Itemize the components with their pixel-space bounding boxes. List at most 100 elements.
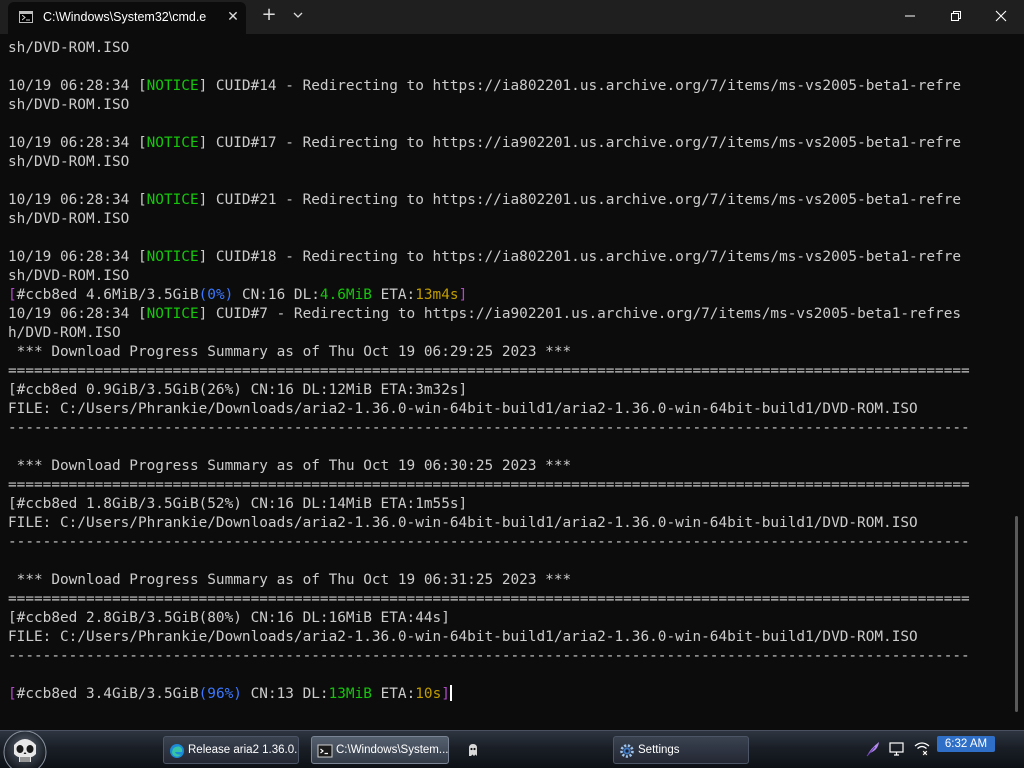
console-text: ] — [441, 686, 450, 702]
console-text: 10/19 06:28:34 [ — [8, 249, 147, 265]
console-line: *** Download Progress Summary as of Thu … — [8, 343, 1008, 362]
console-line: *** Download Progress Summary as of Thu … — [8, 571, 1008, 590]
console-text: *** Download Progress Summary as of Thu … — [8, 344, 572, 360]
maximize-button[interactable] — [933, 0, 979, 32]
console-line: ========================================… — [8, 476, 1008, 495]
network-icon[interactable] — [913, 740, 931, 758]
console-line: 10/19 06:28:34 [NOTICE] CUID#7 - Redirec… — [8, 305, 1008, 324]
taskbar-button-app[interactable] — [460, 736, 486, 764]
console-text: ----------------------------------------… — [8, 534, 970, 550]
console-line: *** Download Progress Summary as of Thu … — [8, 457, 1008, 476]
console-text: *** Download Progress Summary as of Thu … — [8, 458, 572, 474]
taskbar-button-label: C:\Windows\System... — [336, 744, 449, 756]
console-text: sh/DVD-ROM.ISO — [8, 154, 130, 170]
console-text: #ccb8ed 4.6MiB/3.5GiB — [16, 287, 199, 303]
console-text: #ccb8ed 3.4GiB/3.5GiB — [16, 686, 199, 702]
edge-browser-icon — [170, 744, 184, 758]
console-line: sh/DVD-ROM.ISO — [8, 96, 1008, 115]
console-line: 10/19 06:28:34 [NOTICE] CUID#21 - Redire… — [8, 191, 1008, 210]
console-line: ========================================… — [8, 590, 1008, 609]
console-line: FILE: C:/Users/Phrankie/Downloads/aria2-… — [8, 514, 1008, 533]
tab-close-icon[interactable]: ✕ — [224, 8, 242, 26]
new-tab-button[interactable]: + — [259, 5, 279, 25]
console-line: sh/DVD-ROM.ISO — [8, 153, 1008, 172]
console-line: sh/DVD-ROM.ISO — [8, 267, 1008, 286]
console-line: sh/DVD-ROM.ISO — [8, 210, 1008, 229]
console-text: FILE: C:/Users/Phrankie/Downloads/aria2-… — [8, 515, 918, 531]
taskbar-button-terminal[interactable]: C:\Windows\System... — [311, 736, 449, 764]
display-icon[interactable] — [888, 740, 906, 758]
console-output[interactable]: sh/DVD-ROM.ISO 10/19 06:28:34 [NOTICE] CU… — [8, 39, 1008, 729]
taskbar-button-settings[interactable]: Settings — [613, 736, 749, 764]
console-line: 10/19 06:28:34 [NOTICE] CUID#14 - Redire… — [8, 77, 1008, 96]
console-text: sh/DVD-ROM.ISO — [8, 40, 130, 56]
title-bar[interactable]: C:\Windows\System32\cmd.e ✕ + — [0, 0, 1024, 34]
start-button[interactable] — [0, 731, 50, 768]
close-icon — [995, 10, 1007, 22]
console-text: ETA: — [371, 686, 416, 702]
taskbar-button-label: Release aria2 1.36.0... — [188, 744, 299, 756]
terminal-window: C:\Windows\System32\cmd.e ✕ + sh/DVD-ROM… — [0, 0, 1024, 730]
console-line: ----------------------------------------… — [8, 647, 1008, 666]
taskbar-button-edge[interactable]: Release aria2 1.36.0... — [163, 736, 299, 764]
console-line: [#ccb8ed 0.9GiB/3.5GiB(26%) CN:16 DL:12M… — [8, 381, 1008, 400]
console-text: [ — [8, 686, 17, 702]
taskbar: Release aria2 1.36.0... C:\Windows\Syste… — [0, 730, 1024, 768]
console-text: 10s — [415, 686, 442, 702]
console-text: [#ccb8ed 0.9GiB/3.5GiB(26%) CN:16 DL:12M… — [8, 382, 468, 398]
console-text: [#ccb8ed 2.8GiB/3.5GiB(80%) CN:16 DL:16M… — [8, 610, 450, 626]
terminal-tab[interactable]: C:\Windows\System32\cmd.e ✕ — [8, 2, 246, 34]
console-line: h/DVD-ROM.ISO — [8, 324, 1008, 343]
console-line: 10/19 06:28:34 [NOTICE] CUID#17 - Redire… — [8, 134, 1008, 153]
console-text: NOTICE — [146, 306, 199, 322]
chevron-down-icon[interactable] — [290, 7, 306, 23]
console-line: [#ccb8ed 2.8GiB/3.5GiB(80%) CN:16 DL:16M… — [8, 609, 1008, 628]
console-text: FILE: C:/Users/Phrankie/Downloads/aria2-… — [8, 401, 918, 417]
console-text: NOTICE — [146, 78, 199, 94]
console-text: 13m4s — [415, 287, 459, 303]
console-text: sh/DVD-ROM.ISO — [8, 268, 130, 284]
console-text: *** Download Progress Summary as of Thu … — [8, 572, 572, 588]
feather-icon[interactable] — [864, 740, 882, 758]
console-text: NOTICE — [146, 249, 199, 265]
console-text: ] CUID#14 - Redirecting to https://ia802… — [198, 78, 962, 94]
gear-icon — [620, 744, 634, 758]
terminal-icon — [317, 744, 333, 758]
console-text: sh/DVD-ROM.ISO — [8, 211, 130, 227]
console-line: ----------------------------------------… — [8, 419, 1008, 438]
console-text: CN:13 DL: — [241, 686, 329, 702]
minimize-icon — [905, 15, 915, 17]
console-line: FILE: C:/Users/Phrankie/Downloads/aria2-… — [8, 628, 1008, 647]
console-line: sh/DVD-ROM.ISO — [8, 39, 1008, 58]
console-text: ========================================… — [8, 591, 970, 607]
skull-orb-icon — [3, 731, 47, 768]
minimize-button[interactable] — [887, 0, 933, 32]
console-text: h/DVD-ROM.ISO — [8, 325, 121, 341]
scrollbar-thumb[interactable] — [1015, 516, 1018, 712]
console-text: ETA: — [371, 287, 416, 303]
taskbar-button-label: Settings — [638, 744, 680, 756]
console-text: 10/19 06:28:34 [ — [8, 135, 147, 151]
ghost-app-icon — [469, 744, 477, 756]
console-text: NOTICE — [146, 192, 199, 208]
console-text: CN:16 DL: — [233, 287, 320, 303]
console-line: ========================================… — [8, 362, 1008, 381]
console-text: ----------------------------------------… — [8, 420, 970, 436]
console-text: ] CUID#17 - Redirecting to https://ia902… — [198, 135, 962, 151]
tab-title: C:\Windows\System32\cmd.e — [43, 10, 207, 24]
console-line: FILE: C:/Users/Phrankie/Downloads/aria2-… — [8, 400, 1008, 419]
system-clock[interactable]: 6:32 AM — [937, 736, 995, 752]
close-button[interactable] — [978, 0, 1024, 32]
console-text: ] — [458, 287, 468, 303]
console-text: 4.6MiB — [319, 287, 372, 303]
console-text: 10/19 06:28:34 [ — [8, 192, 147, 208]
console-text: [#ccb8ed 1.8GiB/3.5GiB(52%) CN:16 DL:14M… — [8, 496, 468, 512]
console-line: ----------------------------------------… — [8, 533, 1008, 552]
console-text: 10/19 06:28:34 [ — [8, 306, 147, 322]
